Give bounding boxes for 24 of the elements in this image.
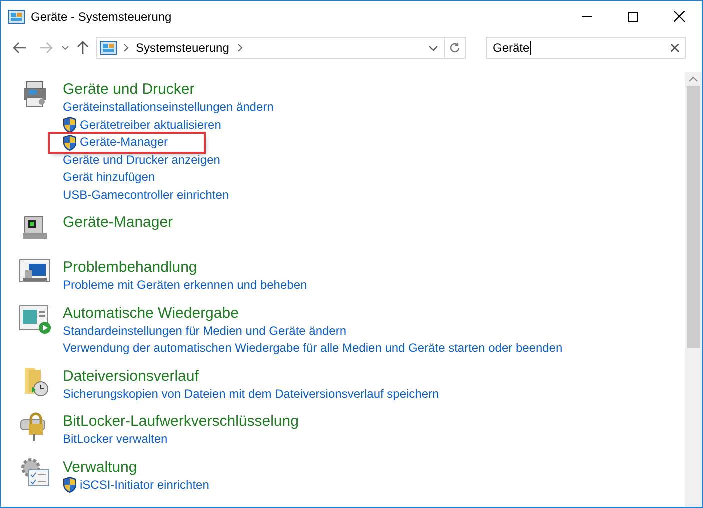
category-link[interactable]: BitLocker-Laufwerkverschlüsselung [63, 412, 299, 431]
task-link[interactable]: USB-Gamecontroller einrichten [63, 186, 230, 204]
task-link[interactable]: Standardeinstellungen für Medien und Geräte ändern [63, 322, 347, 340]
breadcrumb-item[interactable]: Systemsteuerung [136, 39, 230, 57]
category-link[interactable]: Geräte und Drucker [63, 80, 195, 99]
task-link[interactable]: Gerätetreiber aktualisieren [63, 116, 222, 134]
task-link[interactable]: Gerät hinzufügen [63, 169, 156, 186]
address-bar[interactable]: Systemsteuerung [96, 37, 466, 59]
task-link[interactable]: Verwendung der automatischen Wiedergabe für alle Medien und Geräte starten oder beenden [63, 340, 563, 358]
task-link[interactable]: Geräteinstallationseinstellungen ändern [63, 99, 274, 116]
window-title: Geräte - Systemsteuerung [31, 8, 172, 26]
category-link[interactable]: Problembehandlung [63, 258, 198, 277]
task-link[interactable]: iSCSI-Initiator einrichten [63, 476, 210, 494]
category-link[interactable]: Geräte-Manager [63, 213, 174, 232]
category-link[interactable]: Verwaltung [63, 458, 138, 476]
task-link[interactable]: Geräte-Manager [50, 134, 204, 152]
category-link[interactable]: Automatische Wiedergabe [63, 304, 239, 322]
search-field[interactable]: Geräte [486, 37, 686, 59]
task-link[interactable]: Probleme mit Geräten erkennen und beheben [63, 277, 308, 294]
task-link[interactable]: BitLocker verwalten [63, 431, 168, 448]
category-link[interactable]: Dateiversionsverlauf [63, 366, 199, 386]
search-text: Geräte [493, 40, 530, 57]
task-link[interactable]: Sicherungskopien von Dateien mit dem Dateiversionsverlauf speichern [63, 386, 440, 403]
task-link[interactable]: Geräte und Drucker anzeigen [63, 152, 220, 169]
